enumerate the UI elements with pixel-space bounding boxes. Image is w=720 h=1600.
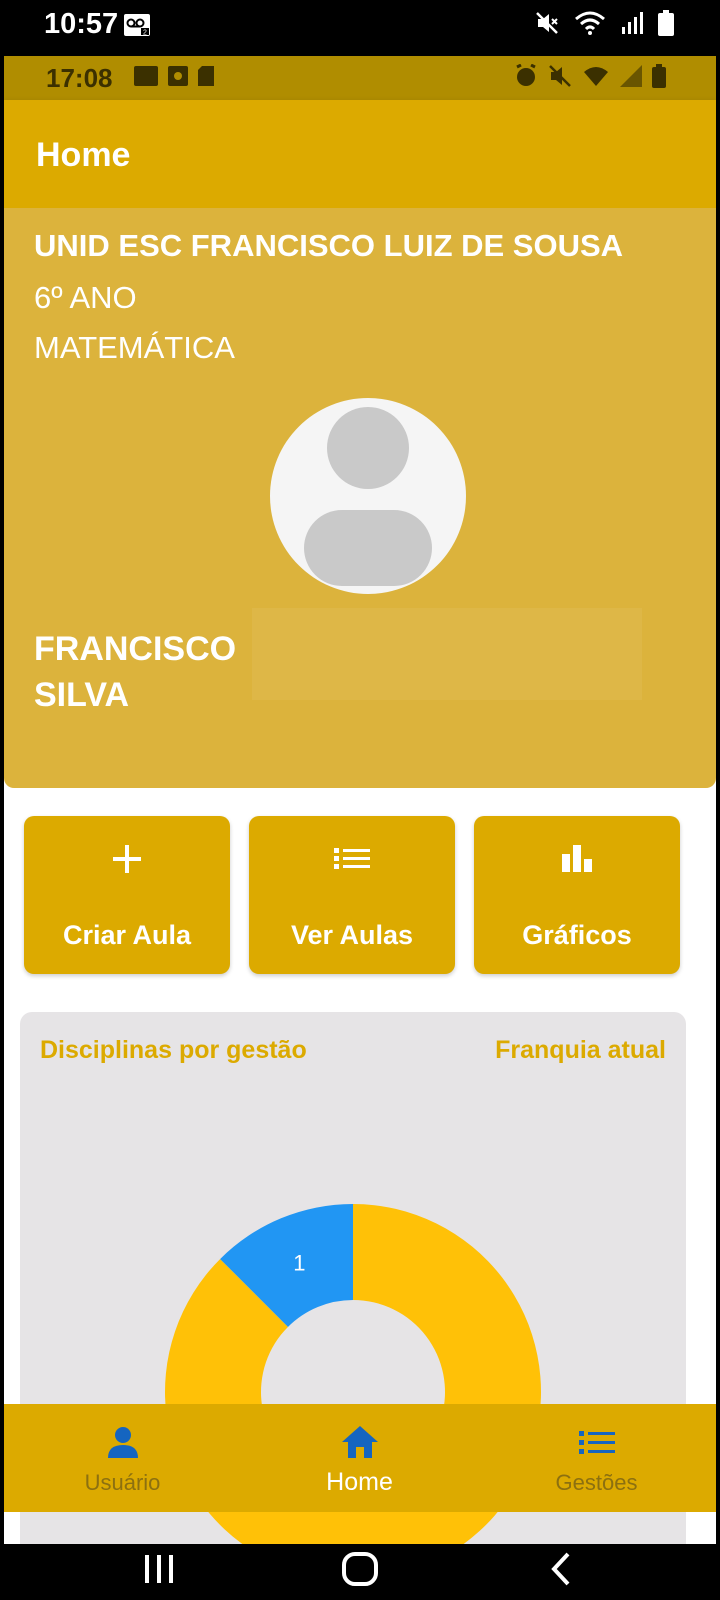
recent-apps-button[interactable]	[142, 1552, 176, 1591]
sd-card-icon	[198, 66, 214, 91]
nav-item-gestoes[interactable]: Gestões	[478, 1404, 715, 1512]
nav-label-gestoes: Gestões	[555, 1470, 638, 1495]
nav-label-usuario: Usuário	[84, 1470, 161, 1495]
mute-icon	[548, 64, 572, 93]
grade-label: 6º ANO	[34, 280, 137, 315]
page-title: Home	[36, 136, 131, 174]
list-icon	[249, 842, 455, 881]
recent-apps-icon	[145, 1555, 173, 1583]
status-time: 10:57	[44, 8, 119, 40]
signal-icon	[620, 65, 642, 92]
teacher-name: FRANCISCO SILVA	[34, 626, 274, 718]
bar-chart-icon	[474, 842, 680, 881]
school-name: UNID ESC FRANCISCO LUIZ DE SOUSA	[34, 228, 624, 263]
plus-icon	[24, 842, 230, 881]
mute-icon	[534, 10, 560, 41]
system-status-bar: 10:57 2	[0, 0, 720, 56]
nav-item-usuario[interactable]: Usuário	[4, 1404, 241, 1512]
person-placeholder-icon	[304, 407, 432, 586]
home-icon	[241, 1424, 478, 1465]
charts-label: Gráficos	[522, 920, 632, 950]
nav-label-home: Home	[326, 1468, 393, 1496]
wifi-icon	[574, 10, 606, 41]
view-lessons-button[interactable]: Ver Aulas	[249, 816, 455, 974]
bottom-navigation: Usuário Home Gestões	[4, 1404, 716, 1512]
home-system-icon	[342, 1552, 378, 1586]
create-lesson-label: Criar Aula	[62, 920, 192, 950]
signal-icon	[620, 11, 644, 40]
nav-item-home[interactable]: Home	[241, 1404, 478, 1512]
avatar[interactable]	[270, 398, 466, 594]
home-system-button[interactable]	[340, 1550, 380, 1593]
system-navigation-bar	[0, 1544, 720, 1600]
teacher-first-name: FRANCISCO	[34, 630, 237, 668]
battery-icon	[652, 64, 666, 93]
teacher-last-name: SILVA	[34, 676, 130, 714]
create-lesson-button[interactable]: Criar Aula	[24, 816, 230, 974]
voicemail-icon	[134, 66, 158, 91]
back-icon	[551, 1552, 570, 1586]
subject-label: MATEMÁTICA	[34, 330, 235, 365]
app-window: 17:08 Home UNID ESC FRANCISCO LUIZ DE SO…	[4, 56, 716, 1544]
profile-card: UNID ESC FRANCISCO LUIZ DE SOUSA 6º ANO …	[4, 208, 716, 788]
wifi-icon	[582, 64, 610, 93]
app-bar: Home	[4, 100, 716, 208]
person-icon	[4, 1424, 241, 1465]
inner-status-bar: 17:08	[4, 56, 716, 100]
charts-button[interactable]: Gráficos	[474, 816, 680, 974]
list-icon	[478, 1424, 715, 1465]
back-button[interactable]	[548, 1550, 574, 1593]
inner-status-time: 17:08	[46, 63, 113, 93]
view-lessons-label: Ver Aulas	[290, 920, 414, 950]
voicemail-icon: 2	[124, 14, 150, 41]
svg-text:2: 2	[143, 30, 147, 37]
alarm-icon	[514, 63, 538, 93]
record-icon	[168, 66, 188, 91]
battery-icon	[658, 10, 674, 41]
name-highlight	[252, 608, 642, 700]
chart-slice-label-0: 1	[293, 1251, 305, 1276]
